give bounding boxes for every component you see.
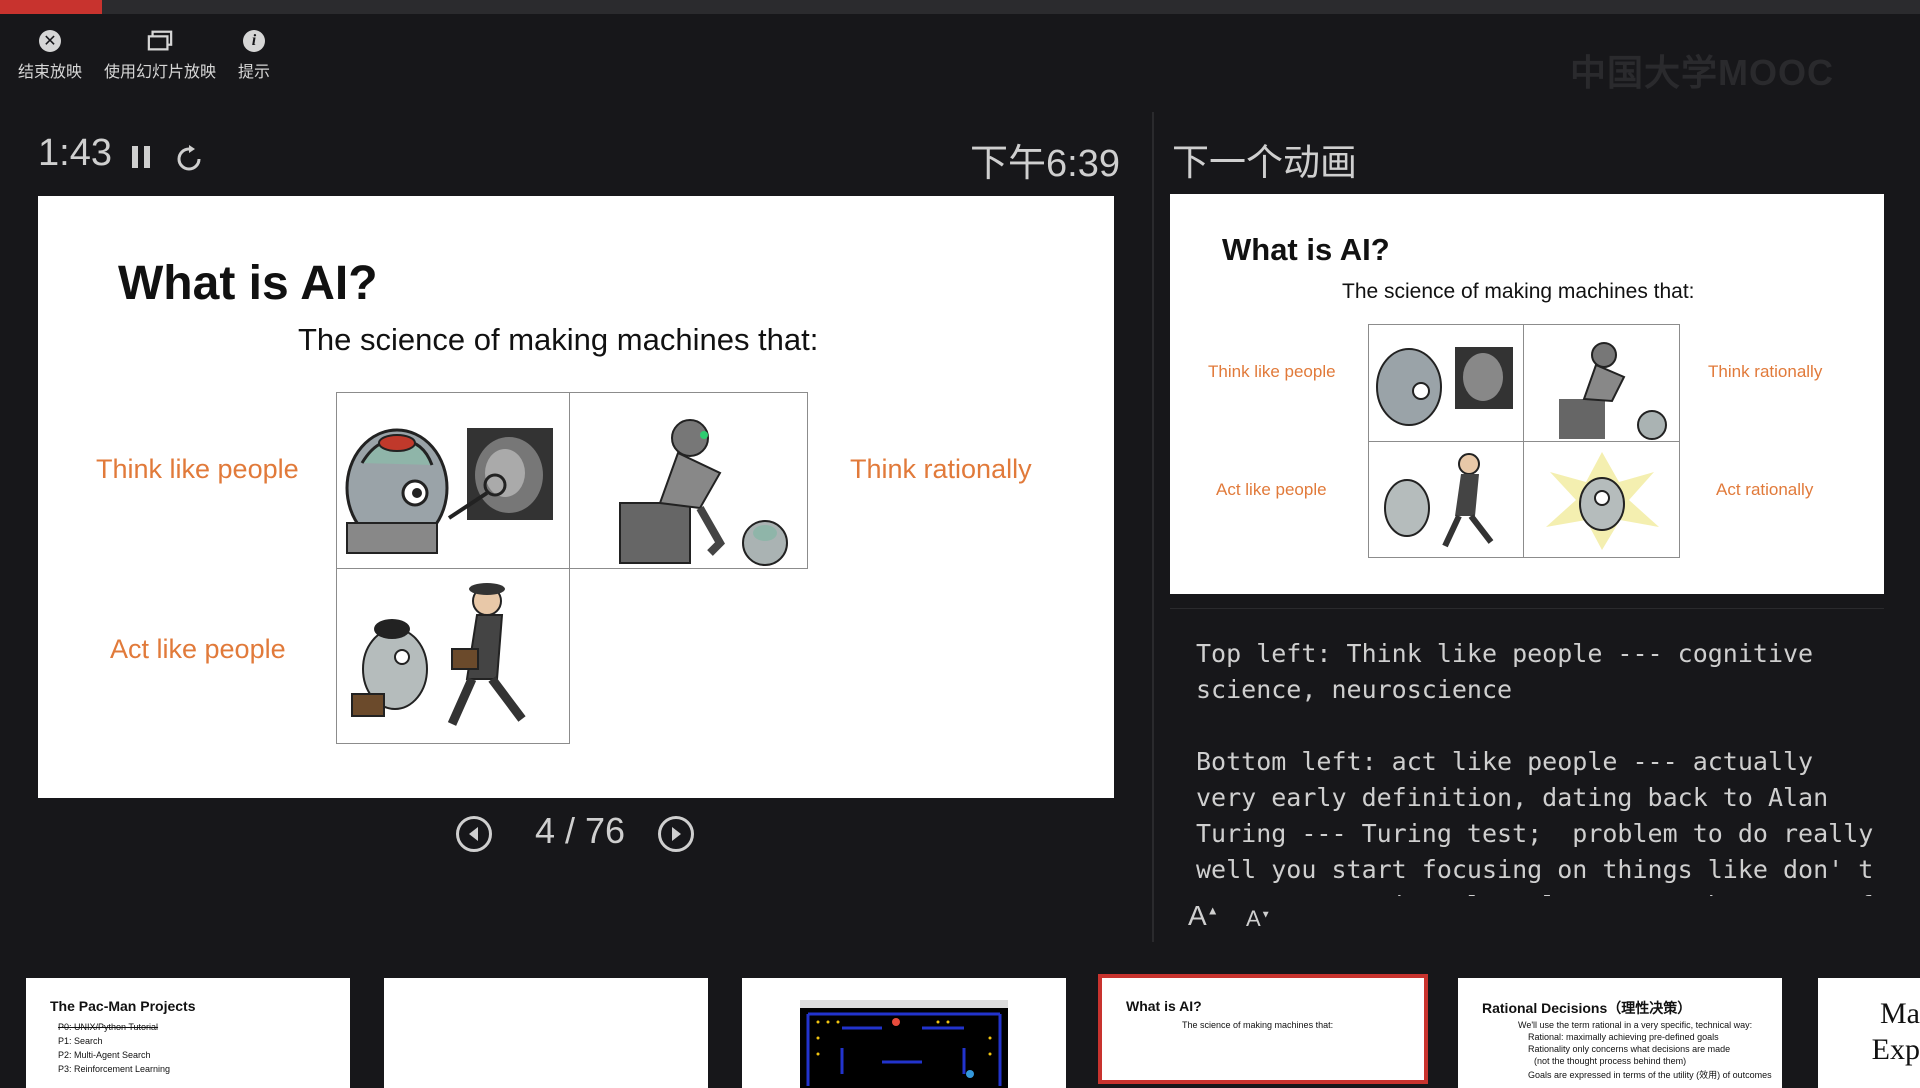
- close-circle-icon: ✕: [37, 28, 63, 54]
- next-robot-walking-image: [1368, 441, 1524, 558]
- presenter-toolbar: ✕ 结束放映 使用幻灯片放映 i 提示: [18, 28, 270, 82]
- notes-separator: [1170, 608, 1884, 609]
- thumbnail-line: P1: Search: [58, 1036, 103, 1046]
- thumbnail-line: P0: UNIX/Python Tutorial: [58, 1022, 159, 1032]
- end-show-label: 结束放映: [18, 64, 83, 81]
- slideshow-progress-fill: [0, 0, 102, 14]
- label-think-like-people: Think like people: [96, 454, 299, 484]
- elapsed-timer: 1:43: [38, 132, 112, 174]
- thumbnail-line: (not the thought process behind them): [1534, 1056, 1687, 1066]
- next-slide-preview[interactable]: What is AI? The science of making machin…: [1170, 194, 1884, 594]
- slide-navigation: 4 / 76: [456, 810, 696, 860]
- hint-label: 提示: [238, 64, 271, 81]
- end-show-button[interactable]: ✕ 结束放映: [18, 28, 82, 82]
- panel-divider: [1152, 112, 1154, 942]
- decrease-font-button[interactable]: A▼: [1246, 906, 1271, 932]
- robot-brain-image: [336, 392, 570, 569]
- robot-walking-human-image: [336, 568, 570, 744]
- page-indicator: 4 / 76: [534, 810, 626, 851]
- clock: 下午6:39: [970, 143, 1120, 185]
- thumbnail-line: P3: Reinforcement Learning: [58, 1064, 171, 1074]
- thumbnail-line: We'll use the term rational in a very sp…: [1518, 1020, 1753, 1030]
- use-slideshow-label: 使用幻灯片放映: [104, 64, 217, 81]
- next-label-think-like-people: Think like people: [1208, 362, 1336, 381]
- next-robot-thinker-image: [1523, 324, 1680, 442]
- next-slide-subtitle: The science of making machines that:: [1342, 280, 1695, 303]
- thumbnail-title: Rational Decisions（理性决策）: [1482, 1000, 1692, 1016]
- decrease-font-label: A: [1246, 906, 1261, 931]
- slideshow-progress-track: [0, 0, 1920, 14]
- next-slide-button[interactable]: [658, 816, 694, 852]
- thumbnail-line: The science of making machines that:: [1182, 1020, 1334, 1030]
- reset-timer-icon[interactable]: [174, 144, 204, 174]
- increase-font-button[interactable]: A▲: [1188, 900, 1219, 932]
- chevron-right-icon: [672, 827, 681, 841]
- label-act-like-people: Act like people: [110, 634, 286, 664]
- next-robot-brain-image: [1368, 324, 1524, 442]
- next-label-act-like-people: Act like people: [1216, 480, 1327, 499]
- thumbnail-slide[interactable]: The Pac-Man Projects P0: UNIX/Python Tut…: [26, 978, 350, 1088]
- info-icon: i: [241, 28, 267, 54]
- thumbnail-slide[interactable]: [742, 978, 1066, 1088]
- use-slideshow-button[interactable]: 使用幻灯片放映: [104, 28, 216, 82]
- thumbnail-line: Rationality only concerns what decisions…: [1528, 1044, 1731, 1054]
- thumbnail-slide-current[interactable]: What is AI? The science of making machin…: [1098, 974, 1428, 1084]
- slide-title: What is AI?: [118, 257, 378, 310]
- next-label-think-rationally: Think rationally: [1708, 362, 1823, 381]
- ai-quadrant-grid: [336, 392, 808, 744]
- thumbnail-line: Goals are expressed in terms of the util…: [1528, 1070, 1772, 1080]
- thumbnail-slide[interactable]: [384, 978, 708, 1088]
- next-label-act-rationally: Act rationally: [1716, 480, 1814, 499]
- slide-thumbnail-strip: The Pac-Man Projects P0: UNIX/Python Tut…: [0, 970, 1920, 1088]
- next-slide-title: What is AI?: [1222, 232, 1390, 267]
- next-robot-rational-image: [1523, 441, 1680, 558]
- increase-font-label: A: [1188, 900, 1207, 931]
- slide-subtitle: The science of making machines that:: [298, 322, 819, 357]
- robot-thinker-image: [569, 392, 808, 569]
- speaker-notes[interactable]: Top left: Think like people --- cognitiv…: [1196, 636, 1886, 896]
- label-think-rationally: Think rationally: [850, 454, 1032, 484]
- chevron-left-icon: [469, 827, 478, 841]
- pause-icon[interactable]: [132, 146, 154, 170]
- hint-button[interactable]: i 提示: [238, 28, 270, 82]
- current-slide[interactable]: What is AI? The science of making machin…: [38, 196, 1114, 798]
- watermark-logo: 中国大学MOOC: [1570, 52, 1834, 93]
- thumbnail-line: P2: Multi-Agent Search: [58, 1050, 151, 1060]
- thumbnail-slide[interactable]: Rational Decisions（理性决策） We'll use the t…: [1458, 978, 1782, 1088]
- pacman-game-image: [800, 1000, 1008, 1088]
- thumbnail-slide[interactable]: Ma Exp: [1818, 978, 1920, 1088]
- thumbnail-title: The Pac-Man Projects: [50, 998, 196, 1014]
- thumbnail-line: Rational: maximally achieving pre-define…: [1528, 1032, 1719, 1042]
- previous-slide-button[interactable]: [456, 816, 492, 852]
- thumbnail-title: What is AI?: [1126, 998, 1202, 1014]
- thumbnail-title: Ma Exp: [1871, 997, 1920, 1066]
- next-animation-label: 下一个动画: [1172, 142, 1357, 183]
- slides-icon: [147, 28, 173, 54]
- next-quadrant-grid: [1368, 324, 1680, 558]
